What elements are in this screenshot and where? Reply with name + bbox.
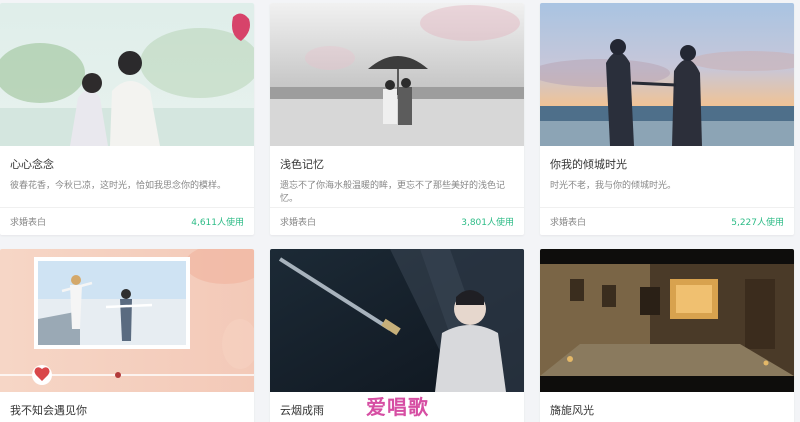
card-title: 心心念念 <box>10 158 54 171</box>
template-thumbnail[interactable] <box>270 3 524 146</box>
template-thumbnail[interactable] <box>540 3 794 146</box>
card-title: 旖旎风光 <box>550 404 594 417</box>
card-description: 时光不老，我与你的倾城时光。 <box>550 181 677 191</box>
usage-count: 5,227人使用 <box>731 218 784 228</box>
template-thumbnail[interactable] <box>270 249 524 392</box>
template-thumbnail[interactable] <box>0 249 254 392</box>
card-footer: 求婚表白 5,227人使用 <box>540 207 794 235</box>
card-footer: 求婚表白 4,611人使用 <box>0 207 254 235</box>
card-title: 浅色记忆 <box>280 158 324 171</box>
template-thumbnail[interactable] <box>0 3 254 146</box>
card-description: 彼春花香，今秋已凉，这时光，恰如我思念你的模样。 <box>10 181 227 191</box>
card-description: 遗忘不了你海水般温暖的眸，更忘不了那些美好的浅色记忆。 <box>280 181 506 204</box>
template-card[interactable]: 心心念念 彼春花香，今秋已凉，这时光，恰如我思念你的模样。 求婚表白 4,611… <box>0 3 254 235</box>
template-card[interactable]: 你我的倾城时光 时光不老，我与你的倾城时光。 求婚表白 5,227人使用 <box>540 3 794 235</box>
card-footer: 求婚表白 3,801人使用 <box>270 207 524 235</box>
card-category[interactable]: 求婚表白 <box>550 215 586 228</box>
template-card[interactable]: 我不知会遇见你 <box>0 249 254 422</box>
watermark: 爱唱歌 <box>366 395 429 419</box>
template-card[interactable]: 浅色记忆 遗忘不了你海水般温暖的眸，更忘不了那些美好的浅色记忆。 求婚表白 3,… <box>270 3 524 235</box>
usage-count: 4,611人使用 <box>191 218 244 228</box>
card-title: 我不知会遇见你 <box>10 404 87 417</box>
template-thumbnail[interactable] <box>540 249 794 392</box>
template-card[interactable]: 旖旎风光 <box>540 249 794 422</box>
card-title: 你我的倾城时光 <box>550 158 627 171</box>
card-category[interactable]: 求婚表白 <box>10 215 46 228</box>
usage-count: 3,801人使用 <box>461 218 514 228</box>
card-category[interactable]: 求婚表白 <box>280 215 316 228</box>
